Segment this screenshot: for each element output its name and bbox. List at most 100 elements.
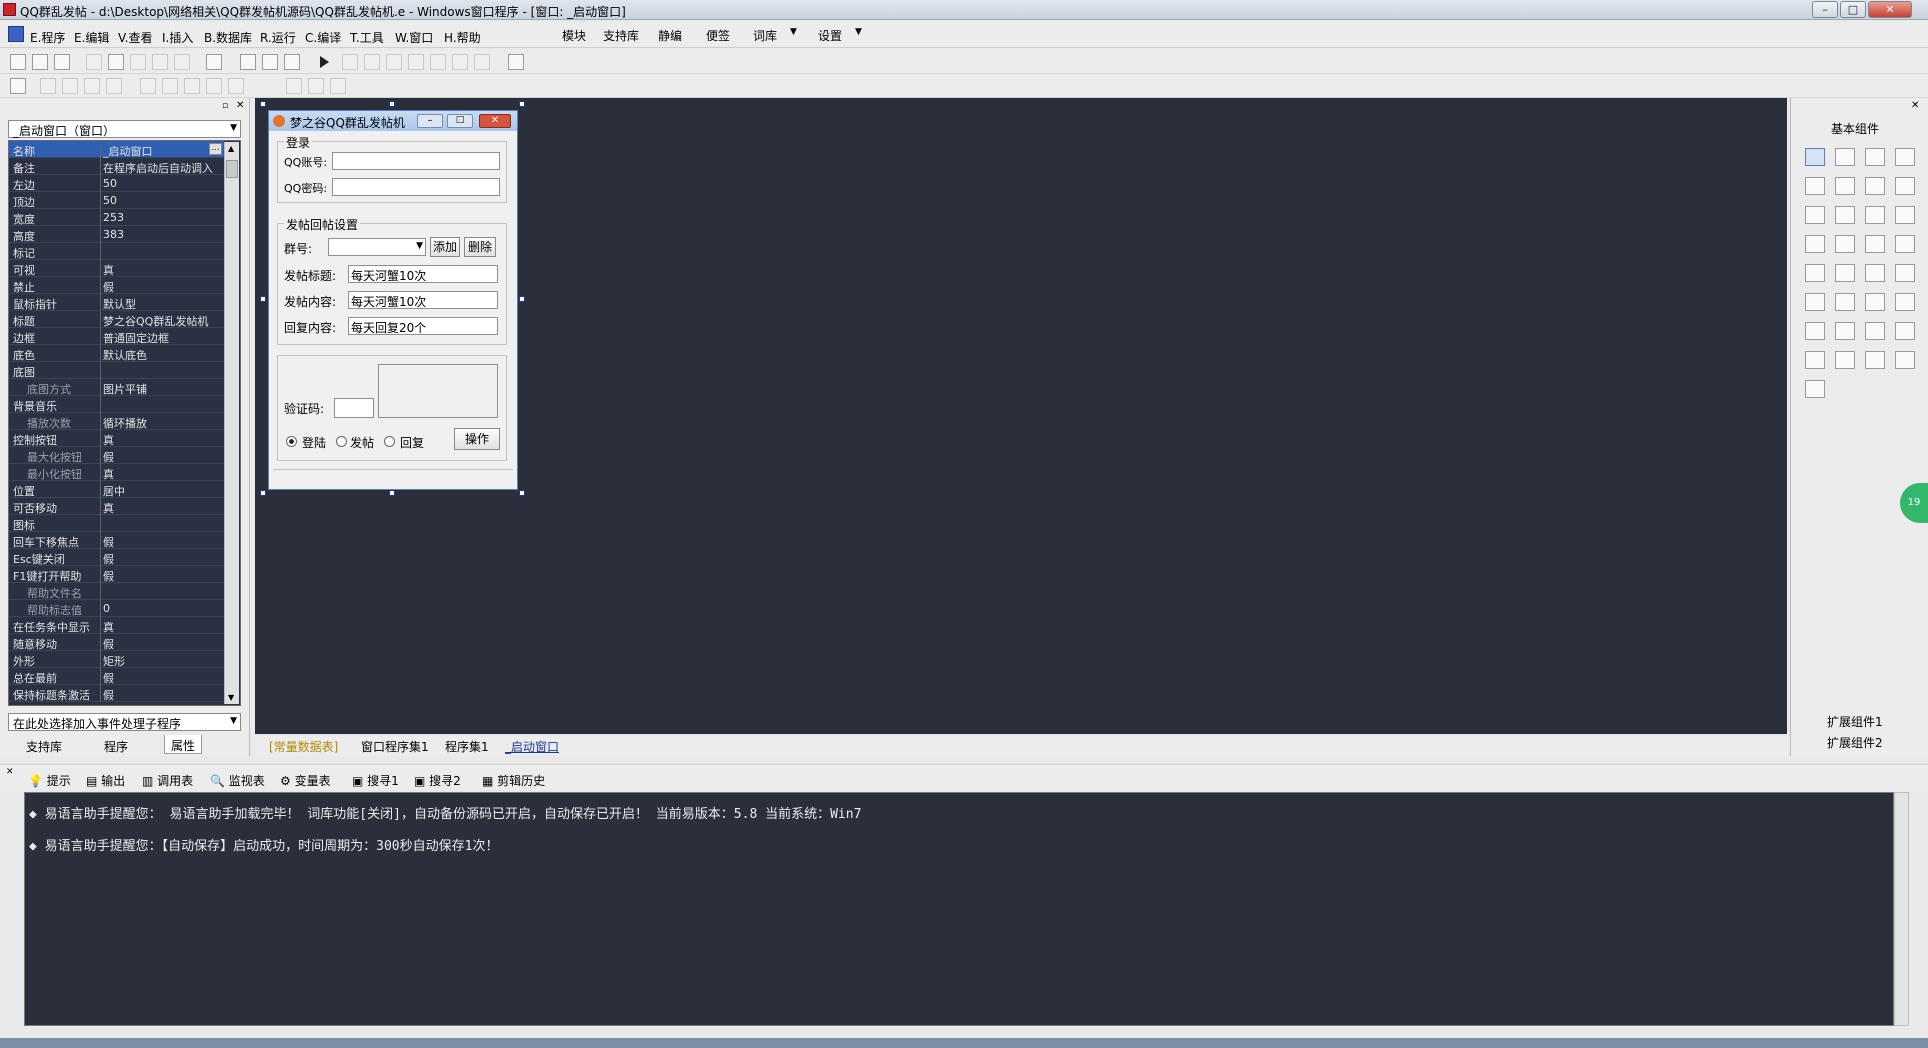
step-over-icon[interactable]: [408, 54, 424, 70]
property-value[interactable]: 循环播放: [103, 415, 225, 431]
menu-help[interactable]: H.帮助: [444, 29, 481, 46]
gauge-icon[interactable]: [1805, 264, 1825, 282]
designed-form[interactable]: 梦之谷QQ群乱发帖机 – □ ✕ 登录 QQ账号: QQ密码: 发帖回帖设置 群…: [268, 110, 518, 490]
menu-static-compile[interactable]: 静编: [658, 27, 682, 44]
property-value[interactable]: 图片平铺: [103, 381, 225, 397]
delete-button[interactable]: 删除: [464, 237, 496, 257]
property-row[interactable]: 底图: [9, 362, 224, 379]
listview-icon[interactable]: [1895, 206, 1915, 224]
same-width-icon[interactable]: [140, 78, 156, 94]
radio-post-dot[interactable]: [336, 436, 347, 447]
property-row[interactable]: 底色 默认底色: [9, 345, 224, 362]
property-row[interactable]: 顶边 50: [9, 192, 224, 209]
property-row[interactable]: 左边 50: [9, 175, 224, 192]
captcha-input[interactable]: [334, 398, 374, 418]
property-row[interactable]: 可否移动 真: [9, 498, 224, 515]
property-row[interactable]: 宽度 253: [9, 209, 224, 226]
property-scrollbar[interactable]: ▲ ▼: [224, 142, 239, 704]
grid-icon[interactable]: [10, 78, 26, 94]
menu-lexicon[interactable]: 词库: [753, 27, 777, 44]
menu-lexicon-dropdown-icon[interactable]: ▼: [790, 27, 797, 37]
property-row[interactable]: 在任务条中显示真: [9, 617, 224, 634]
scrollbar-icon[interactable]: [1895, 235, 1915, 253]
minimize-button[interactable]: –: [1812, 1, 1838, 18]
tab-variables[interactable]: ⚙ 变量表: [280, 772, 331, 789]
calendar-icon[interactable]: [1895, 322, 1915, 340]
open-file-icon[interactable]: [32, 54, 48, 70]
property-row[interactable]: 可视 真: [9, 260, 224, 277]
tab-module1[interactable]: 程序集1: [445, 738, 489, 755]
database-icon[interactable]: [1835, 351, 1855, 369]
property-value[interactable]: 假: [103, 534, 225, 550]
shape-icon[interactable]: [1895, 148, 1915, 166]
layout3-icon[interactable]: [284, 54, 300, 70]
text-icon[interactable]: [1865, 177, 1885, 195]
property-row[interactable]: 总在最前 假: [9, 668, 224, 685]
resize-handle[interactable]: [519, 101, 525, 107]
property-value[interactable]: 梦之谷QQ群乱发帖机: [103, 313, 225, 329]
property-value[interactable]: 0: [103, 602, 225, 615]
property-value[interactable]: _启动窗口: [103, 143, 225, 159]
redo-icon[interactable]: [152, 54, 168, 70]
data-source-icon[interactable]: [1805, 351, 1825, 369]
center-h-icon[interactable]: [286, 78, 302, 94]
tab-call-stack[interactable]: ▥ 调用表: [142, 772, 193, 789]
property-row[interactable]: 备注 在程序启动后自动调入: [9, 158, 224, 175]
radio-login-label[interactable]: 登陆: [302, 434, 326, 451]
menu-tools[interactable]: T.工具: [350, 29, 384, 46]
property-row[interactable]: Esc键关闭 假: [9, 549, 224, 566]
tab-icon[interactable]: [1895, 293, 1915, 311]
group-no-select[interactable]: ▼: [328, 238, 426, 256]
tree-icon[interactable]: [1865, 264, 1885, 282]
property-value[interactable]: 真: [103, 500, 225, 516]
property-row[interactable]: 回车下移焦点 假: [9, 532, 224, 549]
menu-run[interactable]: R.运行: [260, 29, 296, 46]
add-button[interactable]: 添加: [430, 237, 460, 257]
resize-handle[interactable]: [519, 490, 525, 496]
timer-icon[interactable]: [1805, 293, 1825, 311]
property-value[interactable]: 真: [103, 466, 225, 482]
property-row[interactable]: 控制按钮 真: [9, 430, 224, 447]
property-value[interactable]: 50: [103, 177, 225, 190]
resize-handle[interactable]: [389, 101, 395, 107]
chart-icon[interactable]: [1865, 351, 1885, 369]
menu-settings-dropdown-icon[interactable]: ▼: [855, 27, 862, 37]
close-button[interactable]: ✕: [1868, 1, 1912, 18]
qq-password-input[interactable]: [332, 178, 500, 196]
radio-login-dot[interactable]: [286, 436, 297, 447]
ext-components-1-tab[interactable]: 扩展组件1: [1827, 713, 1883, 730]
same-size-icon[interactable]: [184, 78, 200, 94]
dialog-icon[interactable]: [1835, 322, 1855, 340]
center-v-icon[interactable]: [308, 78, 324, 94]
tab-window-module[interactable]: 窗口程序集1: [361, 738, 429, 755]
property-row[interactable]: 最大化按钮假: [9, 447, 224, 464]
property-value[interactable]: 真: [103, 619, 225, 635]
step-out-icon[interactable]: [430, 54, 446, 70]
menu-program[interactable]: E.程序: [30, 29, 65, 46]
property-value[interactable]: 假: [103, 636, 225, 652]
image-list-icon[interactable]: [1895, 264, 1915, 282]
listbox-icon[interactable]: [1865, 206, 1885, 224]
property-value[interactable]: 假: [103, 687, 225, 703]
space-h-icon[interactable]: [206, 78, 222, 94]
property-value[interactable]: 默认底色: [103, 347, 225, 363]
property-row[interactable]: 最小化按钮真: [9, 464, 224, 481]
property-row[interactable]: 标题 梦之谷QQ群乱发帖机: [9, 311, 224, 328]
save-icon[interactable]: [54, 54, 70, 70]
property-value[interactable]: 假: [103, 551, 225, 567]
cut-icon[interactable]: [86, 54, 102, 70]
pointer-icon[interactable]: [1805, 148, 1825, 166]
tab-constant-table[interactable]: [常量数据表]: [269, 738, 338, 755]
property-row[interactable]: 帮助标志值 0: [9, 600, 224, 617]
stop-icon[interactable]: [342, 54, 358, 70]
output-scrollbar[interactable]: [1894, 792, 1909, 1026]
paste-icon[interactable]: [130, 54, 146, 70]
property-row[interactable]: 标记: [9, 243, 224, 260]
tab-search1[interactable]: ▣ 搜寻1: [352, 772, 399, 789]
property-value[interactable]: 假: [103, 568, 225, 584]
center-both-icon[interactable]: [330, 78, 346, 94]
table-icon[interactable]: [1805, 235, 1825, 253]
hand-icon[interactable]: [474, 54, 490, 70]
edit-icon[interactable]: [1805, 177, 1825, 195]
qq-account-input[interactable]: [332, 152, 500, 170]
